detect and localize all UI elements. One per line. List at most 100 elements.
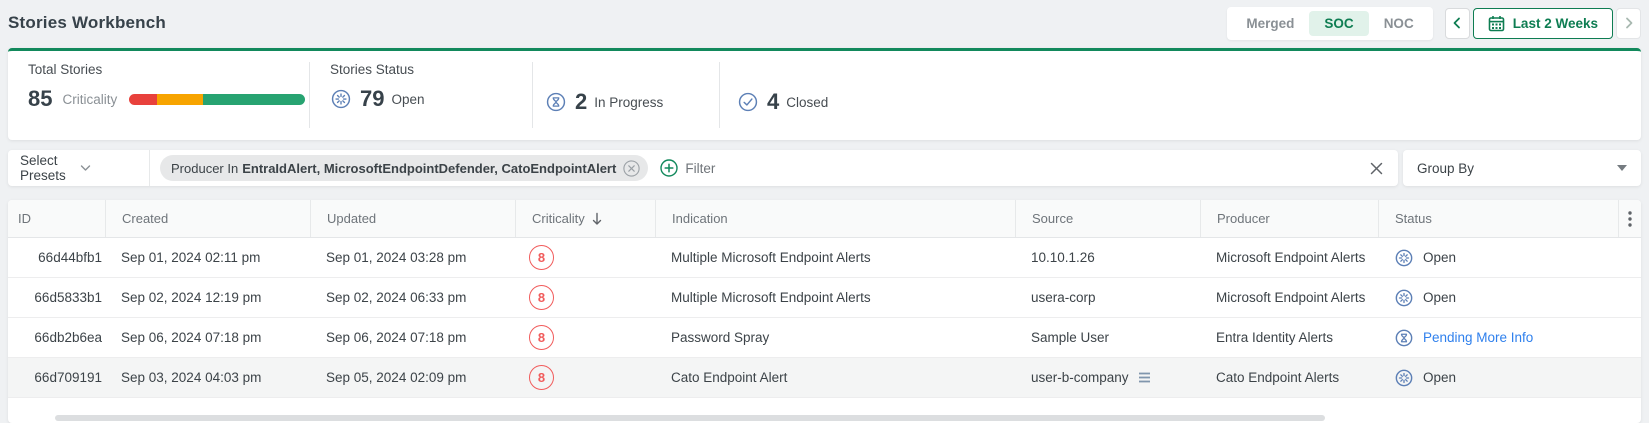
criticality-label: Criticality: [62, 91, 118, 107]
table-row[interactable]: 66d709191 Sep 03, 2024 04:03 pm Sep 05, …: [8, 358, 1641, 398]
open-count: 79: [360, 86, 385, 111]
cell-indication: Password Spray: [671, 330, 770, 345]
group-by-dropdown[interactable]: Group By: [1403, 150, 1641, 186]
select-presets-dropdown[interactable]: Select Presets: [8, 150, 150, 186]
view-toggle: Merged SOC NOC: [1227, 6, 1433, 40]
date-range-button[interactable]: Last 2 Weeks: [1472, 7, 1613, 39]
total-stories-block: Total Stories 85 Criticality: [28, 62, 310, 128]
filter-row: Select Presets Producer In EntraIdAlert, …: [8, 150, 1641, 186]
status-label: Open: [1423, 370, 1457, 385]
cell-created: Sep 03, 2024 04:03 pm: [121, 370, 262, 385]
list-icon[interactable]: [1138, 372, 1151, 383]
column-header-source[interactable]: Source: [1015, 200, 1200, 237]
clear-filters-button[interactable]: [1369, 161, 1384, 176]
add-filter-label: Filter: [685, 160, 716, 176]
cell-criticality: 8: [515, 245, 655, 270]
horizontal-scrollbar[interactable]: [55, 415, 1325, 421]
cell-created: Sep 01, 2024 02:11 pm: [121, 250, 261, 265]
cell-producer: Microsoft Endpoint Alerts: [1216, 290, 1366, 305]
cell-updated: Sep 01, 2024 03:28 pm: [326, 250, 467, 265]
closed-count: 4: [767, 89, 780, 114]
closed-label: Closed: [786, 94, 829, 110]
table-body: 66d44bfb1 Sep 01, 2024 02:11 pm Sep 01, …: [8, 238, 1641, 398]
calendar-icon: [1488, 15, 1505, 32]
cell-updated: Sep 05, 2024 02:09 pm: [326, 370, 467, 385]
column-header-producer[interactable]: Producer: [1200, 200, 1378, 237]
chip-prefix: Producer In: [171, 160, 239, 176]
cell-status[interactable]: Open: [1378, 288, 1618, 308]
top-right-controls: Merged SOC NOC Last 2 Weeks: [1227, 6, 1641, 40]
stories-table: ID Created Updated Criticality Indicatio…: [8, 200, 1641, 423]
dropdown-caret-icon: [1617, 165, 1627, 171]
chevron-down-icon: [80, 164, 140, 172]
cell-status[interactable]: Open: [1378, 248, 1618, 268]
date-navigation: Last 2 Weeks: [1444, 7, 1641, 39]
cell-producer: Microsoft Endpoint Alerts: [1216, 250, 1366, 265]
open-status-icon: [1394, 248, 1414, 268]
status-label: Open: [1423, 290, 1457, 305]
cell-criticality: 8: [515, 325, 655, 350]
date-next-button[interactable]: [1616, 7, 1641, 39]
chevron-right-icon: [1623, 17, 1635, 29]
column-header-criticality[interactable]: Criticality: [515, 200, 655, 237]
criticality-badge: 8: [529, 325, 554, 350]
cell-source: 10.10.1.26: [1031, 250, 1095, 265]
criticality-badge: 8: [529, 245, 554, 270]
closed-check-icon: [737, 91, 759, 113]
cell-source: usera-corp: [1031, 290, 1096, 305]
column-header-indication[interactable]: Indication: [655, 200, 1015, 237]
cell-story-id: 66d44bfb1: [38, 250, 102, 265]
group-by-label: Group By: [1417, 160, 1475, 176]
cell-status[interactable]: Pending More Info: [1378, 328, 1618, 348]
criticality-medium-segment: [157, 93, 204, 105]
criticality-low-segment: [203, 93, 306, 105]
cell-indication: Multiple Microsoft Endpoint Alerts: [671, 290, 871, 305]
date-prev-button[interactable]: [1444, 7, 1470, 39]
chip-values: EntraIdAlert, MicrosoftEndpointDefender,…: [242, 160, 617, 176]
cell-updated: Sep 02, 2024 06:33 pm: [326, 290, 467, 305]
column-header-id[interactable]: ID: [8, 200, 105, 237]
criticality-header-label: Criticality: [532, 211, 585, 226]
cell-updated: Sep 06, 2024 07:18 pm: [326, 330, 467, 345]
table-menu-button[interactable]: [1618, 200, 1641, 237]
table-row[interactable]: 66d44bfb1 Sep 01, 2024 02:11 pm Sep 01, …: [8, 238, 1641, 278]
stats-summary-card: Total Stories 85 Criticality Stories Sta…: [8, 48, 1641, 140]
cell-indication: Multiple Microsoft Endpoint Alerts: [671, 250, 871, 265]
cell-story-id: 66db2b6ea: [34, 330, 102, 345]
status-label: Pending More Info: [1423, 330, 1534, 345]
open-label: Open: [391, 91, 425, 107]
cell-story-id: 66d5833b1: [34, 290, 102, 305]
stories-status-label: Stories Status: [330, 62, 415, 77]
column-header-created[interactable]: Created: [105, 200, 310, 237]
date-range-label: Last 2 Weeks: [1512, 15, 1598, 31]
producer-filter-chip[interactable]: Producer In EntraIdAlert, MicrosoftEndpoi…: [160, 155, 649, 181]
criticality-bar: [129, 93, 306, 105]
sort-descending-icon: [591, 212, 603, 226]
kebab-menu-icon: [1628, 210, 1632, 227]
view-toggle-merged[interactable]: Merged: [1231, 11, 1309, 36]
in-progress-block: 2 In Progress: [533, 62, 720, 128]
open-status-icon: [1394, 288, 1414, 308]
view-toggle-noc[interactable]: NOC: [1369, 11, 1429, 36]
closed-block: 4 Closed: [720, 62, 1641, 128]
cell-status[interactable]: Open: [1378, 368, 1618, 388]
cell-created: Sep 02, 2024 12:19 pm: [121, 290, 262, 305]
cell-criticality: 8: [515, 365, 655, 390]
add-filter-button[interactable]: Filter: [660, 159, 715, 177]
column-header-updated[interactable]: Updated: [310, 200, 515, 237]
in-progress-count: 2: [575, 89, 588, 114]
open-status-icon: [330, 88, 352, 110]
cell-producer: Cato Endpoint Alerts: [1216, 370, 1340, 385]
chip-remove-icon[interactable]: [623, 159, 640, 177]
page-title: Stories Workbench: [8, 13, 167, 32]
cell-criticality: 8: [515, 285, 655, 310]
in-progress-hourglass-icon: [545, 91, 567, 113]
table-row[interactable]: 66db2b6ea Sep 06, 2024 07:18 pm Sep 06, …: [8, 318, 1641, 358]
filter-bar: Select Presets Producer In EntraIdAlert, …: [8, 150, 1398, 186]
criticality-badge: 8: [529, 365, 554, 390]
top-bar: Stories Workbench Merged SOC NOC Last 2 …: [0, 0, 1649, 46]
view-toggle-soc[interactable]: SOC: [1309, 10, 1369, 36]
column-header-status[interactable]: Status: [1378, 200, 1618, 237]
table-row[interactable]: 66d5833b1 Sep 02, 2024 12:19 pm Sep 02, …: [8, 278, 1641, 318]
cell-producer: Entra Identity Alerts: [1216, 330, 1334, 345]
